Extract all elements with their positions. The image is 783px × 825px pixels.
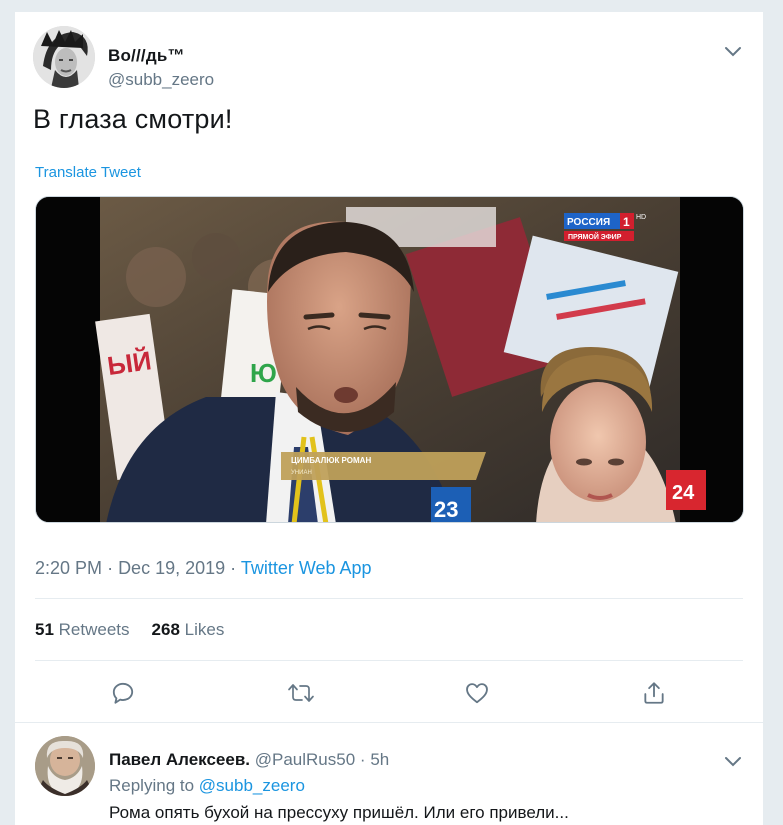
likes-label: Likes bbox=[184, 620, 225, 639]
tweet-header: Во///дь™ @subb_zeero bbox=[33, 26, 745, 90]
reply-text: Рома опять бухой на прессуху пришёл. Или… bbox=[109, 803, 569, 822]
reply-author-handle[interactable]: @PaulRus50 bbox=[255, 750, 355, 769]
channel-24-badge: 24 bbox=[672, 482, 695, 504]
divider-top bbox=[35, 598, 743, 599]
svg-text:ЫЙ: ЫЙ bbox=[105, 345, 153, 381]
like-icon[interactable] bbox=[460, 676, 494, 710]
caption-name: ЦИМБАЛЮК РОМАН bbox=[291, 456, 371, 465]
share-icon[interactable] bbox=[637, 676, 671, 710]
tweet-stats: 51 Retweets 268 Likes bbox=[35, 620, 224, 640]
reply-author-name[interactable]: Павел Алексеев. bbox=[109, 750, 250, 769]
logo-live: ПРЯМОЙ ЭФИР bbox=[568, 232, 622, 241]
tweet-time[interactable]: 2:20 PM bbox=[35, 558, 102, 578]
reply-time[interactable]: 5h bbox=[370, 750, 389, 769]
chevron-down-icon[interactable] bbox=[723, 42, 743, 62]
tweet-meta: 2:20 PM · Dec 19, 2019 · Twitter Web App bbox=[35, 558, 372, 579]
tweet-source[interactable]: Twitter Web App bbox=[241, 558, 372, 578]
svg-text:Ю: Ю bbox=[250, 358, 277, 388]
retweet-icon[interactable] bbox=[284, 676, 318, 710]
caption-sub: УНИАН bbox=[291, 470, 312, 476]
likes-count: 268 bbox=[151, 620, 180, 639]
reply-dot: · bbox=[359, 750, 371, 769]
tweet-actions bbox=[35, 676, 743, 712]
mic-number: 23 bbox=[434, 497, 458, 522]
replying-to-label: Replying to bbox=[109, 776, 195, 795]
retweets-count: 51 bbox=[35, 620, 54, 639]
reply-author-avatar[interactable] bbox=[35, 736, 95, 796]
likes-stat[interactable]: 268 Likes bbox=[152, 620, 225, 639]
author-handle[interactable]: @subb_zeero bbox=[108, 70, 214, 90]
tweet-text: В глаза смотри! bbox=[33, 104, 233, 134]
tv-broadcast-image: ЫЙ Ю ЦИМБАЛЮК РОМАН УНИАН 23 РОССИЯ 1 HD… bbox=[36, 197, 743, 522]
reply-icon[interactable] bbox=[106, 676, 140, 710]
divider-bottom bbox=[35, 660, 743, 661]
replying-to: Replying to @subb_zeero bbox=[109, 776, 305, 796]
meta-dot-2: · bbox=[230, 558, 241, 578]
author-name[interactable]: Во///дь™ bbox=[108, 46, 185, 66]
logo-number: 1 bbox=[623, 215, 630, 229]
logo-top: РОССИЯ bbox=[567, 217, 610, 228]
author-avatar[interactable] bbox=[33, 26, 95, 88]
translate-tweet-link[interactable]: Translate Tweet bbox=[35, 164, 141, 181]
reply-separator bbox=[15, 722, 763, 723]
retweets-stat[interactable]: 51 Retweets bbox=[35, 620, 130, 639]
tweet-media[interactable]: ЫЙ Ю ЦИМБАЛЮК РОМАН УНИАН 23 РОССИЯ 1 HD… bbox=[35, 196, 744, 523]
reply-avatar-image bbox=[35, 736, 95, 796]
reply-header: Павел Алексеев. @PaulRus50 · 5h bbox=[109, 750, 389, 770]
logo-hd: HD bbox=[636, 214, 646, 221]
replying-to-handle[interactable]: @subb_zeero bbox=[199, 776, 305, 795]
meta-dot-1: · bbox=[107, 558, 119, 578]
retweets-label: Retweets bbox=[58, 620, 130, 639]
tweet-detail-card: Во///дь™ @subb_zeero В глаза смотри! Tra… bbox=[14, 12, 764, 825]
reply-tweet[interactable]: Павел Алексеев. @PaulRus50 · 5h Replying… bbox=[33, 734, 745, 824]
chevron-down-icon[interactable] bbox=[723, 752, 743, 772]
tweet-date[interactable]: Dec 19, 2019 bbox=[118, 558, 225, 578]
author-avatar-image bbox=[33, 26, 95, 88]
